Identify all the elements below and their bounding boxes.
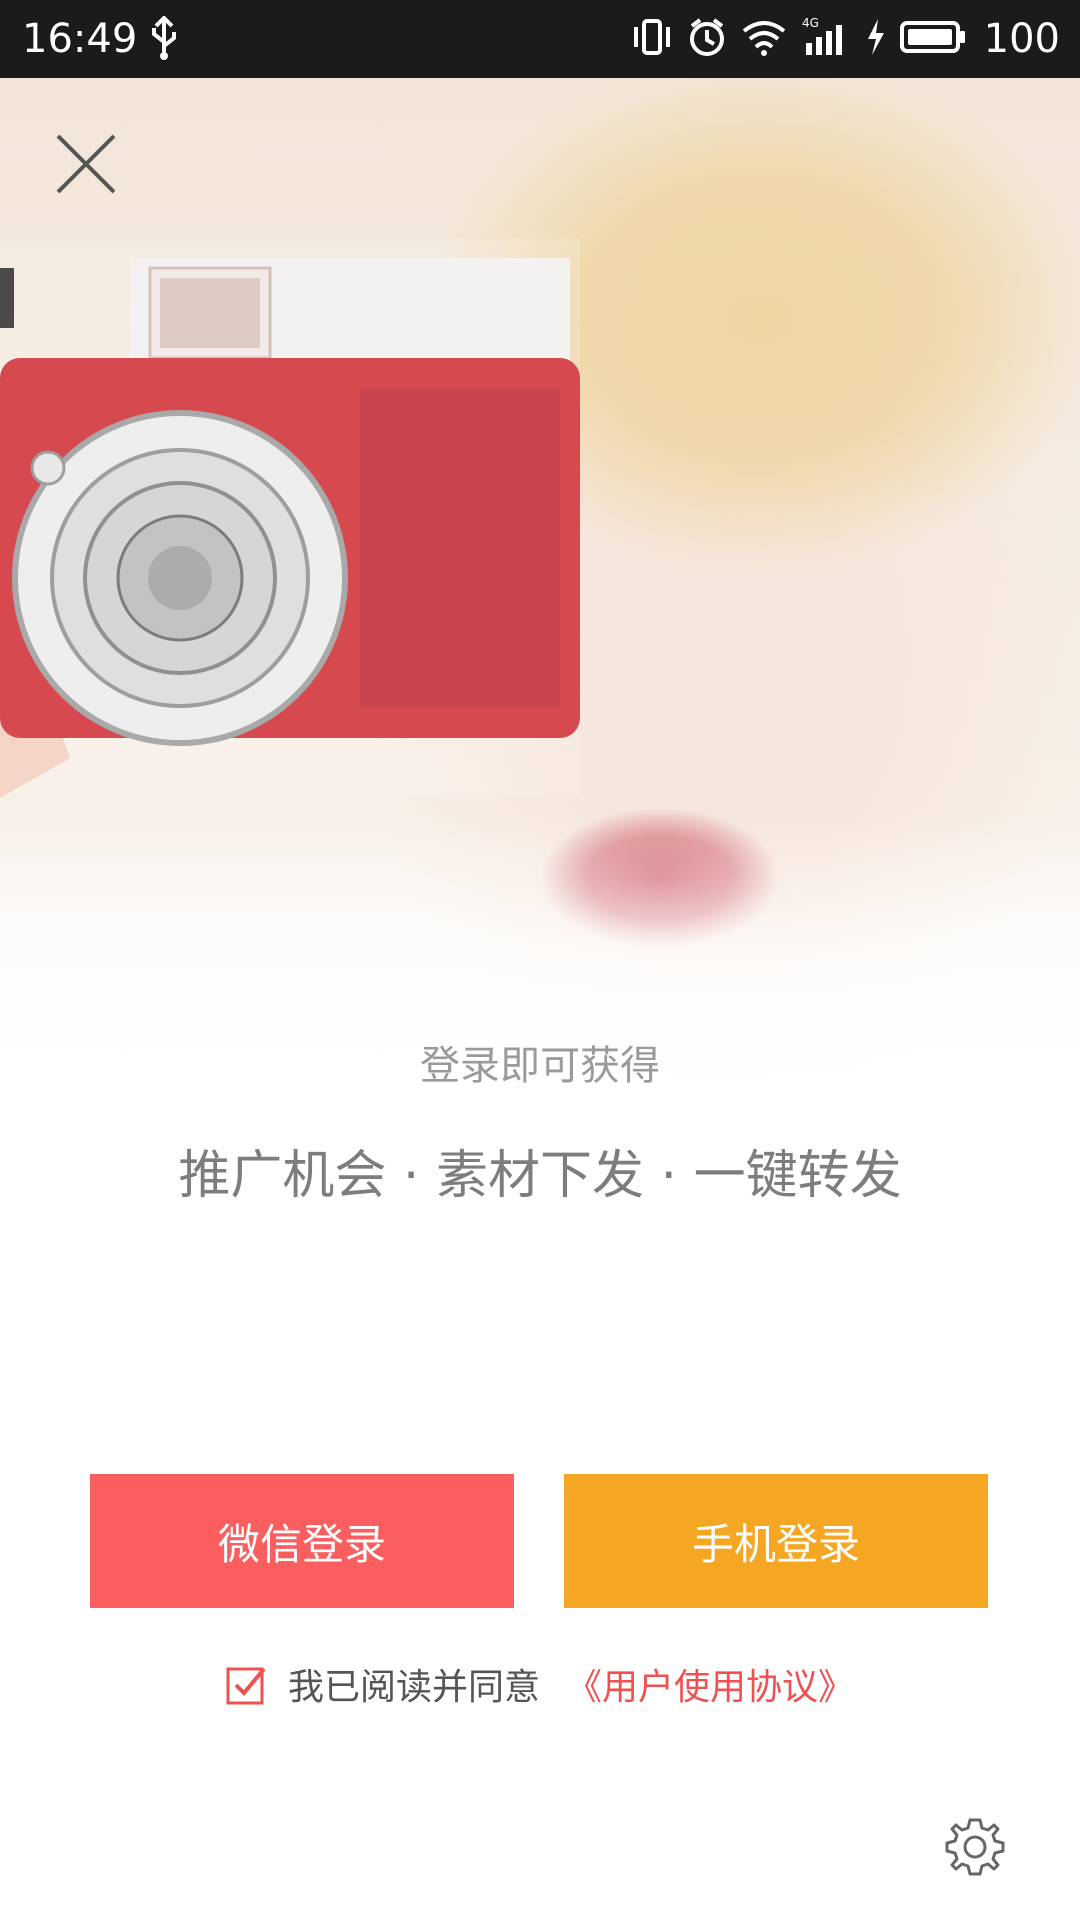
charging-icon — [864, 17, 888, 61]
alarm-icon — [686, 16, 728, 62]
svg-text:4G: 4G — [802, 16, 819, 30]
gear-icon — [945, 1818, 1005, 1876]
phone-login-button[interactable]: 手机登录 — [564, 1474, 988, 1608]
promo-title: 推广机会 · 素材下发 · 一键转发 — [178, 1146, 902, 1206]
status-bar: 16:49 4G 100 — [0, 0, 1080, 78]
promo-subtitle: 登录即可获得 — [420, 1043, 660, 1089]
agreement-checkbox[interactable] — [226, 1663, 268, 1705]
vibrate-icon — [630, 17, 674, 61]
settings-button[interactable] — [940, 1812, 1010, 1882]
battery-icon — [899, 19, 966, 59]
agreement-text: 我已阅读并同意 — [287, 1667, 540, 1708]
close-button[interactable] — [50, 128, 122, 200]
agreement-row: 我已阅读并同意 《用户使用协议》 — [0, 1654, 1080, 1714]
user-agreement-link[interactable]: 《用户使用协议》 — [566, 1658, 854, 1710]
battery-percent: 100 — [983, 16, 1060, 62]
hero-image — [0, 78, 1080, 1118]
close-icon — [56, 134, 116, 194]
camera-illustration — [0, 238, 580, 798]
wifi-icon — [740, 17, 788, 61]
wechat-login-button[interactable]: 微信登录 — [90, 1474, 514, 1608]
signal-icon: 4G — [800, 15, 852, 63]
usb-icon — [148, 15, 180, 64]
status-time: 16:49 — [22, 16, 138, 62]
